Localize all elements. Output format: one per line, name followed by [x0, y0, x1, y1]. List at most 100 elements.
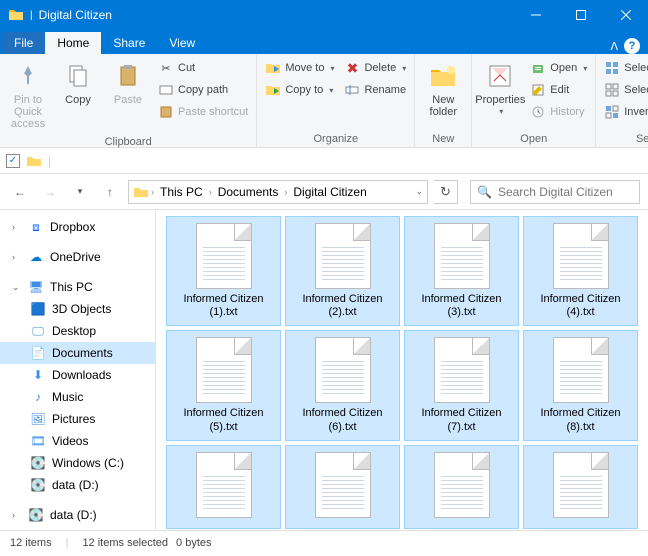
chevron-right-icon[interactable]: › [209, 187, 212, 197]
tab-share[interactable]: Share [101, 32, 157, 54]
tree-data-d-2[interactable]: ›💽data (D:) [0, 504, 155, 524]
address-bar[interactable]: › This PC › Documents › Digital Citizen … [128, 180, 428, 204]
txt-file-icon [434, 452, 490, 518]
edit-button[interactable]: Edit [526, 80, 591, 100]
group-label: New [419, 131, 467, 147]
chevron-right-icon[interactable]: › [151, 187, 154, 197]
back-button[interactable]: ← [8, 180, 32, 204]
file-item[interactable]: Informed Citizen (7).txt [404, 330, 519, 440]
rename-icon [344, 82, 360, 98]
tree-videos[interactable]: 🎞Videos [0, 430, 155, 452]
history-icon [530, 104, 546, 120]
breadcrumb-documents[interactable]: Documents [214, 185, 283, 199]
file-item[interactable]: Informed Citizen (5).txt [166, 330, 281, 440]
collapse-icon[interactable]: ⌄ [12, 282, 22, 293]
new-folder-button[interactable]: New folder [419, 56, 467, 122]
invert-selection-button[interactable]: Invert selection [600, 102, 648, 122]
tree-data-d[interactable]: 💽data (D:) [0, 474, 155, 496]
chevron-down-icon: ▾ [402, 64, 406, 73]
file-item[interactable]: Informed Citizen (8).txt [523, 330, 638, 440]
select-all-checkbox[interactable]: ✓ [6, 154, 20, 168]
file-list[interactable]: Informed Citizen (1).txt Informed Citizen… [156, 210, 648, 530]
txt-file-icon [315, 223, 371, 289]
tree-3d-objects[interactable]: 🟦3D Objects [0, 298, 155, 320]
breadcrumb-this-pc[interactable]: This PC [156, 185, 207, 199]
expand-icon[interactable]: › [12, 252, 22, 262]
history-button[interactable]: History [526, 102, 591, 122]
properties-icon [484, 60, 516, 92]
select-none-button[interactable]: Select none [600, 80, 648, 100]
copy-to-button[interactable]: Copy to▾ [261, 80, 338, 100]
status-size: 0 bytes [176, 537, 211, 549]
expand-icon[interactable]: › [12, 222, 22, 232]
file-name: Informed Citizen (5).txt [171, 407, 276, 433]
tab-file[interactable]: File [2, 32, 45, 54]
file-item[interactable]: Informed Citizen (6).txt [285, 330, 400, 440]
collapse-ribbon-icon[interactable]: ᐱ [610, 40, 618, 53]
help-icon[interactable]: ? [624, 38, 640, 54]
group-label: Open [476, 131, 591, 147]
paste-button[interactable]: Paste [104, 56, 152, 110]
file-item[interactable]: Informed Citizen (1).txt [166, 216, 281, 326]
videos-icon: 🎞 [30, 433, 46, 449]
tree-this-pc[interactable]: ⌄🖥This PC [0, 276, 155, 298]
tab-view[interactable]: View [157, 32, 207, 54]
search-input[interactable]: 🔍 Search Digital Citizen [470, 180, 640, 204]
file-item[interactable] [523, 445, 638, 529]
select-all-icon [604, 60, 620, 76]
navigation-bar: ← → ▾ ↑ › This PC › Documents › Digital … [0, 174, 648, 210]
file-item[interactable] [285, 445, 400, 529]
minimize-button[interactable] [513, 0, 558, 30]
rename-button[interactable]: Rename [340, 80, 410, 100]
address-dropdown[interactable]: ⌄ [415, 186, 423, 197]
recent-locations-button[interactable]: ▾ [68, 180, 92, 204]
tree-windows-c[interactable]: 💽Windows (C:) [0, 452, 155, 474]
txt-file-icon [553, 452, 609, 518]
forward-button[interactable]: → [38, 180, 62, 204]
file-item[interactable]: Informed Citizen (4).txt [523, 216, 638, 326]
tree-documents[interactable]: 📄Documents [0, 342, 155, 364]
chevron-right-icon[interactable]: › [284, 187, 287, 197]
edit-icon [530, 82, 546, 98]
up-button[interactable]: ↑ [98, 180, 122, 204]
file-item[interactable] [166, 445, 281, 529]
select-all-button[interactable]: Select all [600, 58, 648, 78]
expand-icon[interactable]: › [12, 510, 22, 520]
tree-onedrive[interactable]: ›☁OneDrive [0, 246, 155, 268]
txt-file-icon [553, 337, 609, 403]
onedrive-icon: ☁ [28, 249, 44, 265]
file-item[interactable]: Informed Citizen (3).txt [404, 216, 519, 326]
cut-button[interactable]: ✂Cut [154, 58, 252, 78]
pin-to-quick-access-button[interactable]: Pin to Quick access [4, 56, 52, 134]
open-button[interactable]: Open▾ [526, 58, 591, 78]
move-to-button[interactable]: Move to▾ [261, 58, 338, 78]
txt-file-icon [553, 223, 609, 289]
tab-home[interactable]: Home [45, 32, 101, 54]
properties-button[interactable]: Properties▾ [476, 56, 524, 121]
paste-shortcut-button[interactable]: Paste shortcut [154, 102, 252, 122]
quick-access-row: ✓ | [0, 148, 648, 174]
file-item[interactable]: Informed Citizen (2).txt [285, 216, 400, 326]
group-new: New folder New [415, 54, 472, 147]
close-button[interactable] [603, 0, 648, 30]
tree-dropbox[interactable]: ›⧈Dropbox [0, 216, 155, 238]
folder-icon [26, 153, 42, 169]
tree-downloads[interactable]: ⬇Downloads [0, 364, 155, 386]
file-item[interactable] [404, 445, 519, 529]
tree-music[interactable]: ♪Music [0, 386, 155, 408]
move-to-icon [265, 60, 281, 76]
file-name: Informed Citizen (7).txt [409, 407, 514, 433]
open-icon [530, 60, 546, 76]
group-select: Select all Select none Invert selection … [596, 54, 648, 147]
tree-pictures[interactable]: 🖼Pictures [0, 408, 155, 430]
copy-path-button[interactable]: Copy path [154, 80, 252, 100]
refresh-button[interactable]: ↻ [434, 180, 458, 204]
file-name: Informed Citizen (1).txt [171, 293, 276, 319]
delete-button[interactable]: ✖Delete▾ [340, 58, 410, 78]
copy-icon [62, 60, 94, 92]
maximize-button[interactable] [558, 0, 603, 30]
file-name: Informed Citizen (8).txt [528, 407, 633, 433]
breadcrumb-digital-citizen[interactable]: Digital Citizen [289, 185, 370, 199]
tree-desktop[interactable]: 🖵Desktop [0, 320, 155, 342]
copy-button[interactable]: Copy [54, 56, 102, 110]
